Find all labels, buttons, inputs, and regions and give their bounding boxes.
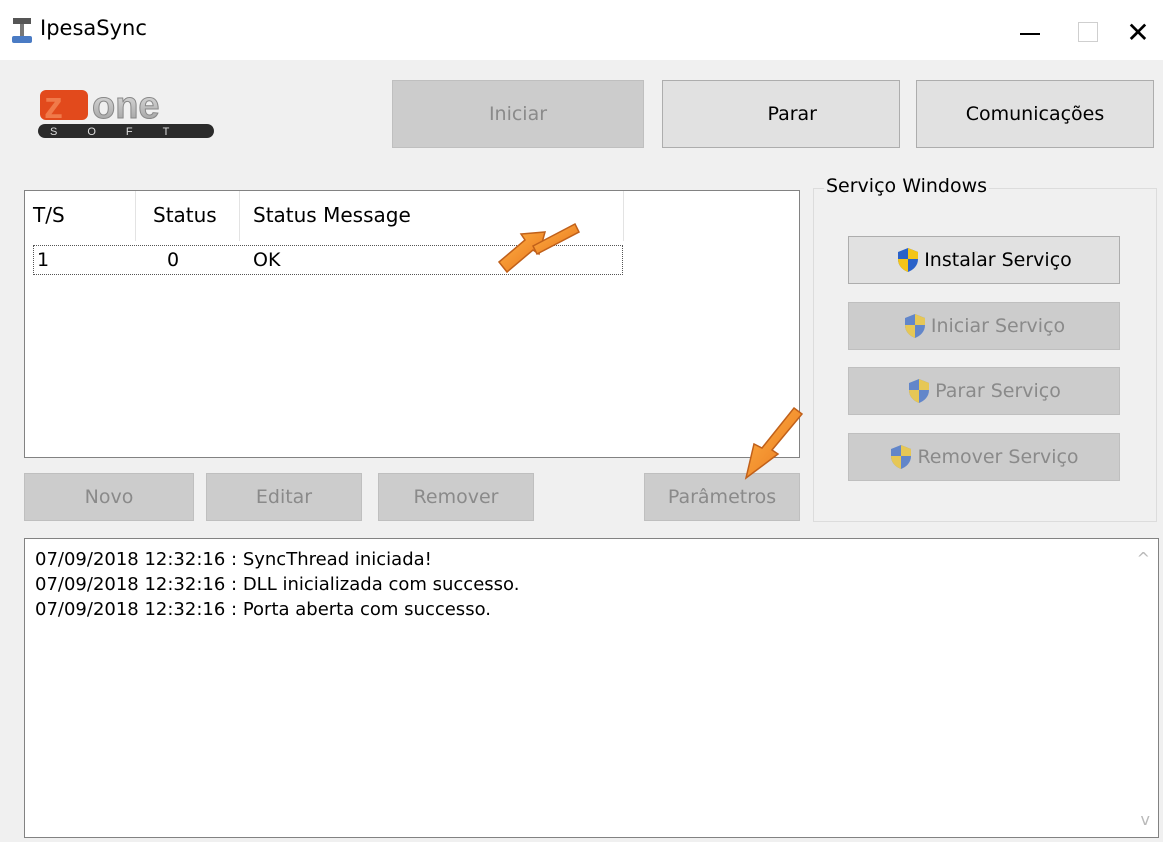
svg-text:z: z [44,85,63,127]
svg-text:SOFT: SOFT [50,126,199,138]
close-button[interactable]: ✕ [1110,8,1163,56]
column-separator [239,191,240,241]
shield-icon [904,314,925,338]
scroll-up-icon[interactable]: ^ [1137,549,1150,568]
parar-button[interactable]: Parar [662,80,900,148]
window-title: IpesaSync [40,16,147,40]
zonesoft-logo: one z SOFT [38,85,214,138]
shield-icon [909,379,930,403]
annotation-arrow-icon [497,222,580,274]
log-line: 07/09/2018 12:32:16 : SyncThread iniciad… [35,549,432,570]
column-header-status-message[interactable]: Status Message [253,203,411,227]
log-textarea[interactable]: 07/09/2018 12:32:16 : SyncThread iniciad… [24,538,1159,838]
comunicacoes-button[interactable]: Comunicações [916,80,1154,148]
iniciar-servico-label: Iniciar Serviço [930,315,1066,337]
log-line: 07/09/2018 12:32:16 : DLL inicializada c… [35,574,520,595]
app-icon [12,18,32,43]
status-grid[interactable]: T/S Status Status Message 1 0 OK [24,190,800,458]
column-header-ts[interactable]: T/S [33,203,65,227]
minimize-button[interactable] [1002,8,1058,56]
annotation-arrow-icon [744,406,804,480]
maximize-button[interactable] [1060,8,1116,56]
parar-servico-label: Parar Serviço [935,380,1061,402]
title-bar: IpesaSync ✕ [0,0,1163,60]
cell-status-message: OK [253,249,281,271]
column-separator [135,191,136,241]
remover-button[interactable]: Remover [378,473,534,521]
shield-icon [898,248,919,272]
scroll-down-icon[interactable]: v [1141,810,1150,829]
svg-text:one: one [92,85,160,127]
column-header-status[interactable]: Status [153,203,217,227]
remover-servico-button[interactable]: Remover Serviço [848,433,1120,481]
iniciar-button[interactable]: Iniciar [392,80,644,148]
service-group-label: Serviço Windows [824,175,990,197]
editar-button[interactable]: Editar [206,473,362,521]
novo-button[interactable]: Novo [24,473,194,521]
cell-status: 0 [167,249,180,271]
parar-servico-button[interactable]: Parar Serviço [848,367,1120,415]
log-line: 07/09/2018 12:32:16 : Porta aberta com s… [35,599,491,620]
iniciar-servico-button[interactable]: Iniciar Serviço [848,302,1120,350]
instalar-servico-button[interactable]: Instalar Serviço [848,236,1120,284]
cell-ts: 1 [37,249,50,271]
remover-servico-label: Remover Serviço [917,446,1079,468]
instalar-servico-label: Instalar Serviço [924,249,1072,271]
shield-icon [891,445,912,469]
column-separator [623,191,624,241]
